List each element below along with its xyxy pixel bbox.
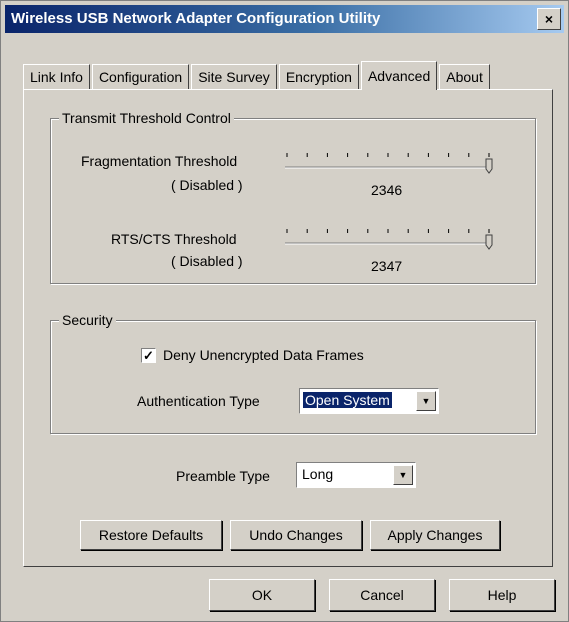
security-group: Security ✓ Deny Unencrypted Data Frames … bbox=[50, 312, 536, 434]
config-utility-window: Wireless USB Network Adapter Configurati… bbox=[0, 0, 569, 622]
tab-about[interactable]: About bbox=[439, 64, 490, 89]
rts-cts-status-label: ( Disabled ) bbox=[171, 253, 243, 269]
restore-defaults-button[interactable]: Restore Defaults bbox=[80, 520, 222, 550]
deny-unencrypted-checkbox[interactable]: ✓ bbox=[141, 348, 156, 363]
title-bar[interactable]: Wireless USB Network Adapter Configurati… bbox=[5, 5, 564, 33]
authentication-type-value: Open System bbox=[303, 392, 392, 408]
tab-configuration[interactable]: Configuration bbox=[91, 64, 190, 89]
tab-site-survey[interactable]: Site Survey bbox=[191, 64, 277, 89]
tab-strip: Link Info Configuration Site Survey Encr… bbox=[23, 61, 492, 90]
transmit-threshold-group: Transmit Threshold Control Fragmentation… bbox=[50, 110, 536, 284]
dropdown-arrow-icon[interactable]: ▼ bbox=[393, 465, 413, 485]
close-button[interactable]: × bbox=[537, 8, 561, 30]
window-title: Wireless USB Network Adapter Configurati… bbox=[11, 10, 381, 27]
authentication-type-label: Authentication Type bbox=[137, 393, 260, 409]
fragmentation-threshold-label: Fragmentation Threshold bbox=[81, 153, 238, 169]
fragmentation-threshold-value: 2346 bbox=[371, 182, 403, 198]
security-title: Security bbox=[59, 312, 116, 328]
checkmark-icon: ✓ bbox=[143, 348, 154, 363]
rts-cts-slider-thumb[interactable] bbox=[485, 234, 493, 250]
preamble-type-value: Long bbox=[302, 466, 334, 482]
undo-changes-button[interactable]: Undo Changes bbox=[230, 520, 362, 550]
tab-advanced[interactable]: Advanced bbox=[360, 61, 438, 90]
rts-cts-threshold-label: RTS/CTS Threshold bbox=[111, 231, 237, 247]
authentication-type-select[interactable]: Open System ▼ bbox=[299, 388, 439, 414]
fragmentation-slider-thumb[interactable] bbox=[485, 158, 493, 174]
cancel-button[interactable]: Cancel bbox=[329, 579, 435, 611]
rts-cts-threshold-value: 2347 bbox=[371, 258, 403, 274]
deny-unencrypted-label: Deny Unencrypted Data Frames bbox=[163, 347, 364, 363]
transmit-threshold-title: Transmit Threshold Control bbox=[59, 110, 234, 126]
ok-button[interactable]: OK bbox=[209, 579, 315, 611]
apply-changes-button[interactable]: Apply Changes bbox=[370, 520, 500, 550]
fragmentation-status-label: ( Disabled ) bbox=[171, 177, 243, 193]
tab-encryption[interactable]: Encryption bbox=[278, 64, 359, 89]
advanced-tab-panel: Transmit Threshold Control Fragmentation… bbox=[23, 89, 553, 567]
help-button[interactable]: Help bbox=[449, 579, 555, 611]
close-icon: × bbox=[544, 11, 554, 27]
tab-link-info[interactable]: Link Info bbox=[23, 64, 90, 89]
fragmentation-threshold-slider[interactable] bbox=[281, 147, 503, 175]
rts-cts-threshold-slider[interactable] bbox=[281, 223, 503, 251]
preamble-type-label: Preamble Type bbox=[176, 468, 270, 484]
preamble-type-select[interactable]: Long ▼ bbox=[296, 462, 416, 488]
dropdown-arrow-icon[interactable]: ▼ bbox=[416, 391, 436, 411]
